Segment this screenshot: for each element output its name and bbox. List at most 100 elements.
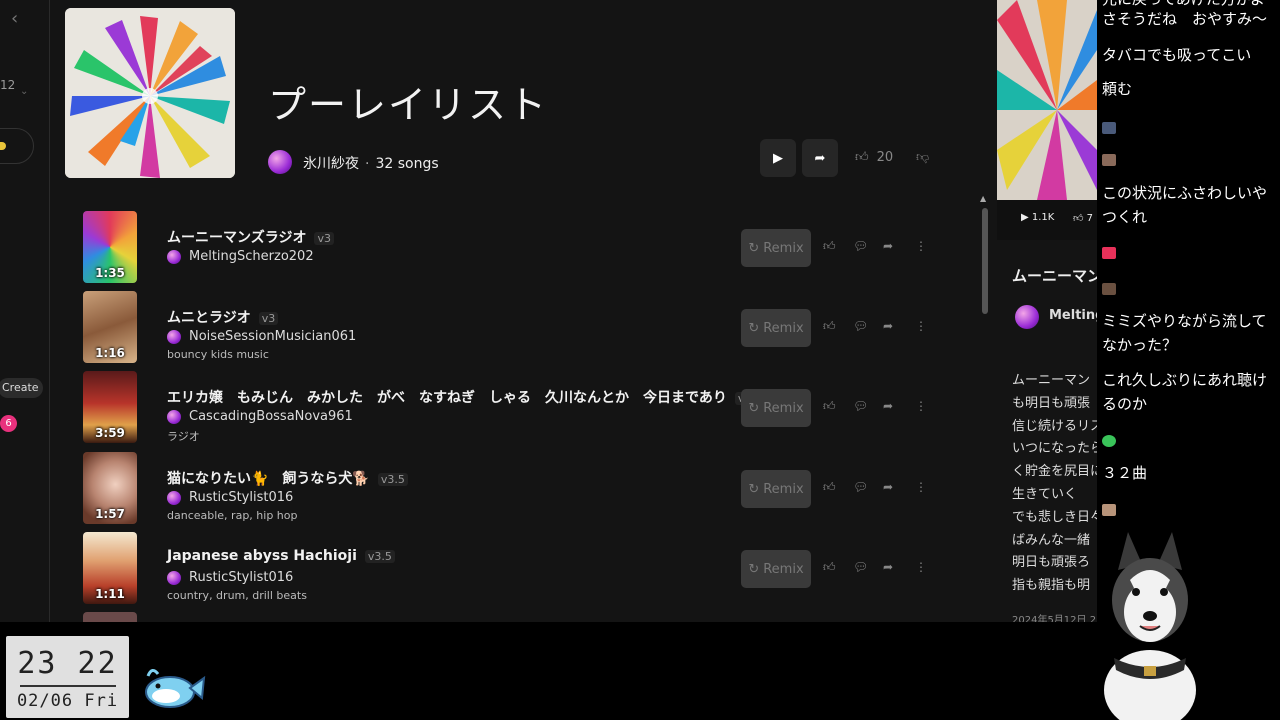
thumbs-up-icon[interactable]: 👍︎ — [823, 319, 836, 334]
share-icon[interactable]: ➦ — [883, 560, 893, 574]
list-item[interactable]: 1:11 Japanese abyss Hachioji v3.5 RusticS… — [83, 532, 943, 606]
notification-badge[interactable]: 6 — [0, 415, 17, 432]
comment-icon[interactable]: 💬︎ — [853, 560, 868, 574]
share-icon[interactable]: ➦ — [883, 319, 893, 333]
avatar — [167, 409, 181, 424]
list-item[interactable] — [83, 612, 943, 622]
remix-label: Remix — [763, 561, 804, 577]
more-icon[interactable]: ⋮ — [915, 560, 927, 574]
thumbs-up-icon[interactable]: 👍︎ — [823, 399, 836, 414]
remix-icon: ↻ — [748, 561, 760, 577]
share-icon[interactable]: ➦ — [883, 480, 893, 494]
more-icon[interactable]: ⋮ — [915, 319, 927, 333]
lyrics: ムーニーマン ム も明日も頑張 信じ続けるリス いつになったら く貯金を尻目に … — [1012, 370, 1097, 598]
bird-icon — [140, 662, 206, 712]
song-cover[interactable]: 3:59 — [83, 371, 137, 443]
remix-label: Remix — [763, 320, 804, 336]
avatar[interactable] — [1015, 305, 1039, 329]
clock-widget: 23 22 02/06 Fri — [6, 636, 129, 718]
song-artist[interactable]: NoiseSessionMusician061 — [167, 329, 356, 344]
dislike-button[interactable]: 👎︎ — [916, 150, 929, 165]
lyric-line: ムーニーマン ム — [1012, 373, 1097, 388]
stream-overlay: 23 22 02/06 Fri — [0, 622, 1097, 720]
remix-button[interactable]: ↻ Remix — [741, 550, 811, 588]
play-icon: ▶ — [773, 150, 783, 166]
share-icon: ➦ — [814, 150, 826, 166]
owner-name[interactable]: 氷川紗夜 — [303, 156, 359, 172]
play-button[interactable]: ▶ — [760, 139, 796, 177]
remix-button[interactable]: ↻ Remix — [741, 389, 811, 427]
song-title[interactable]: 猫になりたい🐈 飼うなら犬🐕 v3.5 — [167, 468, 408, 488]
comment-icon[interactable]: 💬︎ — [853, 399, 868, 413]
list-item[interactable]: 1:35 ムーニーマンズラジオ v3 MeltingScherzo202 ↻ Rem… — [83, 211, 943, 285]
clock-date: 02/06 Fri — [16, 691, 119, 711]
song-tags: country, drum, drill beats — [167, 589, 307, 602]
chevron-down-icon[interactable]: ⌄ — [20, 86, 28, 97]
song-title[interactable]: エリカ嬢 もみじん みかした がべ なすねぎ しゃる 久川なんとか 今日まであり… — [167, 387, 765, 407]
song-detail-title: ムーニーマン — [1012, 267, 1097, 285]
lyric-line: でも悲しき日々 — [1012, 509, 1097, 525]
like-count[interactable]: 👍︎ 7 — [1073, 212, 1093, 224]
list-item[interactable]: 1:57 猫になりたい🐈 飼うなら犬🐕 v3.5 RusticStylist016… — [83, 452, 943, 526]
more-icon[interactable]: ⋮ — [915, 239, 927, 253]
song-artist[interactable]: MeltingScherzo202 — [167, 249, 314, 264]
remix-label: Remix — [763, 481, 804, 497]
scrollbar[interactable] — [982, 208, 988, 314]
remix-icon: ↻ — [748, 320, 760, 336]
comment-icon[interactable]: 💬︎ — [853, 319, 868, 333]
lyric-line: いつになったら — [1012, 441, 1097, 457]
comment: 頼む — [1102, 80, 1133, 98]
share-button[interactable]: ➦ — [802, 139, 838, 177]
duration: 1:35 — [95, 266, 125, 280]
artist-name: CascadingBossaNova961 — [189, 409, 353, 424]
lyric-line: 明日も頑張ろ — [1012, 555, 1091, 571]
song-artist[interactable]: RusticStylist016 — [167, 490, 293, 505]
song-stats: ▶ 1.1K 👍︎ 7 — [997, 200, 1097, 240]
lyric-line: 指も親指も明 — [1012, 578, 1091, 594]
remix-icon: ↻ — [748, 240, 760, 256]
song-detail-panel: ▶ 1.1K 👍︎ 7 ムーニーマン MeltingS ムーニーマン ム も明日… — [997, 0, 1097, 622]
song-title[interactable]: ムーニーマンズラジオ v3 — [167, 227, 334, 247]
remix-button[interactable]: ↻ Remix — [741, 470, 811, 508]
song-cover[interactable]: 1:35 — [83, 211, 137, 283]
song-detail-cover — [997, 0, 1097, 200]
song-cover[interactable]: 1:57 — [83, 452, 137, 524]
song-cover[interactable]: 1:11 — [83, 532, 137, 604]
song-cover[interactable] — [83, 612, 137, 622]
song-cover[interactable]: 1:16 — [83, 291, 137, 363]
scroll-up-arrow[interactable]: ▲ — [980, 194, 986, 203]
more-icon[interactable]: ⋮ — [915, 399, 927, 413]
artist-name: RusticStylist016 — [189, 490, 294, 505]
more-icon[interactable]: ⋮ — [915, 480, 927, 494]
chevron-left-icon[interactable]: ‹ — [11, 8, 18, 29]
playlist-meta: 氷川紗夜 · 32 songs — [303, 156, 439, 172]
thumbs-up-icon[interactable]: 👍︎ — [823, 480, 836, 495]
song-title-text: Japanese abyss Hachioji — [167, 548, 357, 564]
comment-icon[interactable]: 💬︎ — [853, 480, 868, 494]
song-title[interactable]: Japanese abyss Hachioji v3.5 — [167, 548, 395, 564]
user-icon — [1102, 283, 1116, 295]
avatar[interactable] — [268, 150, 292, 174]
song-detail-artist[interactable]: MeltingS — [1049, 308, 1097, 323]
user-icon — [1102, 154, 1116, 166]
share-icon[interactable]: ➦ — [883, 399, 893, 413]
duration: 1:16 — [95, 346, 125, 360]
remix-button[interactable]: ↻ Remix — [741, 309, 811, 347]
create-button[interactable]: Create — [0, 378, 43, 398]
thumbs-up-icon[interactable]: 👍︎ — [823, 560, 836, 575]
share-icon[interactable]: ➦ — [883, 239, 893, 253]
song-title[interactable]: ムニとラジオ v3 — [167, 307, 279, 327]
thumbs-up-icon[interactable]: 👍︎ — [823, 239, 836, 254]
list-item[interactable]: 3:59 エリカ嬢 もみじん みかした がべ なすねぎ しゃる 久川なんとか 今… — [83, 371, 943, 445]
song-artist[interactable]: RusticStylist016 — [167, 570, 293, 585]
comment: さそうだね おやすみ〜 — [1102, 10, 1268, 28]
song-artist[interactable]: CascadingBossaNova961 — [167, 409, 353, 424]
artist-name: NoiseSessionMusician061 — [189, 329, 357, 344]
play-count[interactable]: ▶ 1.1K — [1021, 212, 1054, 223]
comment: ３２曲 — [1102, 464, 1148, 482]
like-button[interactable]: 👍︎ 20 — [855, 150, 893, 165]
clock-divider — [19, 685, 116, 687]
comment-icon[interactable]: 💬︎ — [853, 239, 868, 253]
remix-button[interactable]: ↻ Remix — [741, 229, 811, 267]
list-item[interactable]: 1:16 ムニとラジオ v3 NoiseSessionMusician061 bo… — [83, 291, 943, 365]
